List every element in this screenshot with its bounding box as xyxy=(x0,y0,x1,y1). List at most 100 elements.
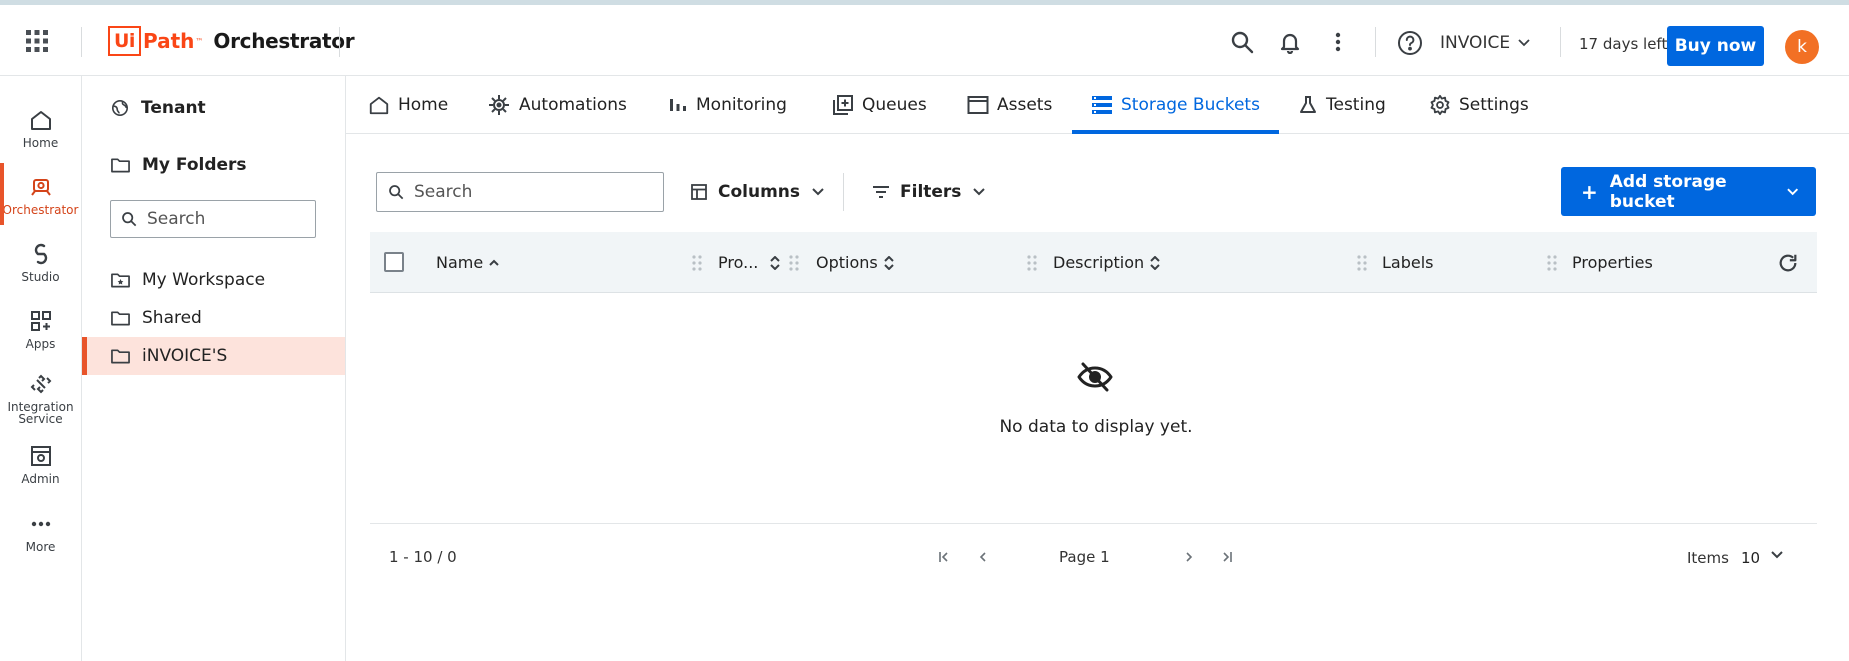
queues-icon xyxy=(833,94,853,115)
column-header-options[interactable]: Options xyxy=(816,232,894,293)
folder-search-input[interactable]: Search xyxy=(110,200,316,238)
column-header-properties[interactable]: Properties xyxy=(1572,232,1653,293)
column-label: Name xyxy=(436,253,484,272)
header-divider xyxy=(1375,27,1376,57)
workspace-folder-icon xyxy=(111,273,130,288)
filters-button[interactable]: Filters xyxy=(868,178,989,206)
logo-brand-box: Ui xyxy=(108,26,141,56)
product-name: Orchestrator xyxy=(213,29,355,53)
tab-label: Home xyxy=(398,94,449,115)
toolbar-divider xyxy=(843,173,844,211)
next-page-icon[interactable] xyxy=(1182,550,1196,564)
my-folders-header[interactable]: My Folders xyxy=(82,150,345,180)
tenant-folder[interactable]: Tenant xyxy=(82,93,345,123)
columns-icon xyxy=(691,184,707,200)
search-icon[interactable] xyxy=(1230,30,1254,54)
top-header: Ui Path ™ Orchestrator INVOICE 17 days l… xyxy=(0,5,1849,76)
tenant-label: Tenant xyxy=(141,98,206,118)
filter-icon xyxy=(873,186,889,198)
tab-assets[interactable]: Assets xyxy=(967,76,1052,133)
folder-search-placeholder: Search xyxy=(147,209,206,229)
folder-item[interactable]: Shared xyxy=(82,299,345,337)
folder-panel: Tenant My Folders Search My Workspace Sh… xyxy=(82,76,346,661)
rail-item-admin[interactable]: Admin xyxy=(0,444,81,506)
rail-item-label: Orchestrator xyxy=(2,203,79,217)
add-storage-bucket-button[interactable]: + Add storage bucket xyxy=(1561,167,1816,216)
column-resize-handle-icon[interactable] xyxy=(1547,254,1557,272)
sort-icon xyxy=(1150,255,1160,270)
rail-item-orchestrator[interactable]: Orchestrator xyxy=(0,163,81,237)
search-placeholder: Search xyxy=(414,182,473,202)
items-per-page-select[interactable]: 10 xyxy=(1741,549,1760,567)
column-resize-handle-icon[interactable] xyxy=(1027,254,1037,272)
tab-label: Testing xyxy=(1326,94,1386,115)
column-header-description[interactable]: Description xyxy=(1053,232,1160,293)
tab-label: Settings xyxy=(1459,94,1529,115)
last-page-icon[interactable] xyxy=(1220,550,1234,564)
home-icon xyxy=(369,96,389,114)
column-header-name[interactable]: Name xyxy=(436,232,499,293)
app-launcher-icon[interactable] xyxy=(26,30,48,52)
monitoring-icon xyxy=(670,98,686,111)
previous-page-icon[interactable] xyxy=(976,550,990,564)
sort-icon xyxy=(884,255,894,270)
column-header-pro[interactable]: Pro... xyxy=(718,232,781,293)
first-page-icon[interactable] xyxy=(937,550,951,564)
bucket-search-input[interactable]: Search xyxy=(376,172,664,212)
rail-item-home[interactable]: Home xyxy=(0,108,81,170)
storage-buckets-icon xyxy=(1092,95,1112,114)
more-vertical-icon[interactable] xyxy=(1326,30,1350,54)
section-tabs: Home Automations Monitoring Queues Asset… xyxy=(346,76,1849,134)
rail-item-apps[interactable]: Apps xyxy=(0,309,81,371)
search-icon xyxy=(122,212,137,227)
rail-item-studio[interactable]: Studio xyxy=(0,242,81,304)
header-divider xyxy=(1560,27,1561,57)
page-label: Page 1 xyxy=(1059,548,1110,566)
tab-settings[interactable]: Settings xyxy=(1429,76,1529,133)
column-resize-handle-icon[interactable] xyxy=(692,254,702,272)
plus-icon: + xyxy=(1581,179,1598,204)
tab-testing[interactable]: Testing xyxy=(1298,76,1386,133)
tenant-name: INVOICE xyxy=(1440,33,1511,53)
columns-button[interactable]: Columns xyxy=(686,178,828,206)
tab-label: Storage Buckets xyxy=(1121,94,1260,115)
studio-icon xyxy=(34,243,47,265)
home-icon xyxy=(30,111,51,130)
select-all-checkbox[interactable] xyxy=(384,252,404,272)
column-header-labels[interactable]: Labels xyxy=(1382,232,1434,293)
header-divider xyxy=(81,27,82,57)
column-resize-handle-icon[interactable] xyxy=(1357,254,1367,272)
chevron-down-icon[interactable] xyxy=(1786,188,1798,196)
buy-now-button[interactable]: Buy now xyxy=(1667,26,1764,66)
filters-label: Filters xyxy=(900,182,962,202)
column-label: Pro... xyxy=(718,253,759,272)
tab-monitoring[interactable]: Monitoring xyxy=(668,76,787,133)
rail-item-label: Studio xyxy=(21,270,60,284)
table-footer-divider xyxy=(370,523,1817,524)
folder-item[interactable]: My Workspace xyxy=(82,261,345,299)
tab-label: Queues xyxy=(862,94,927,115)
rail-item-more[interactable]: More xyxy=(0,512,81,574)
tab-home[interactable]: Home xyxy=(368,76,448,133)
folder-item-selected[interactable]: iNVOICE'S xyxy=(82,337,345,375)
help-icon[interactable] xyxy=(1397,30,1423,56)
tab-storage-buckets[interactable]: Storage Buckets xyxy=(1072,76,1279,134)
refresh-icon[interactable] xyxy=(1777,252,1799,274)
globe-icon xyxy=(111,99,129,117)
tab-automations[interactable]: Automations xyxy=(487,76,627,133)
rail-item-integration-service[interactable]: Integration Service xyxy=(0,372,81,434)
uipath-logo[interactable]: Ui Path ™ Orchestrator xyxy=(108,25,355,57)
bell-icon[interactable] xyxy=(1278,30,1302,54)
rail-item-label: Integration Service xyxy=(7,400,74,426)
column-resize-handle-icon[interactable] xyxy=(789,254,799,272)
column-label: Options xyxy=(816,253,878,272)
folder-item-label: iNVOICE'S xyxy=(142,346,228,366)
chevron-down-icon[interactable] xyxy=(1770,550,1784,560)
product-rail: Home Orchestrator Studio Apps Integratio… xyxy=(0,76,82,661)
tenant-selector[interactable]: INVOICE xyxy=(1440,31,1530,55)
sort-ascending-icon xyxy=(489,259,499,266)
avatar[interactable]: k xyxy=(1785,30,1819,64)
orchestrator-icon xyxy=(30,179,51,196)
tab-queues[interactable]: Queues xyxy=(832,76,927,133)
automations-icon xyxy=(489,94,509,115)
